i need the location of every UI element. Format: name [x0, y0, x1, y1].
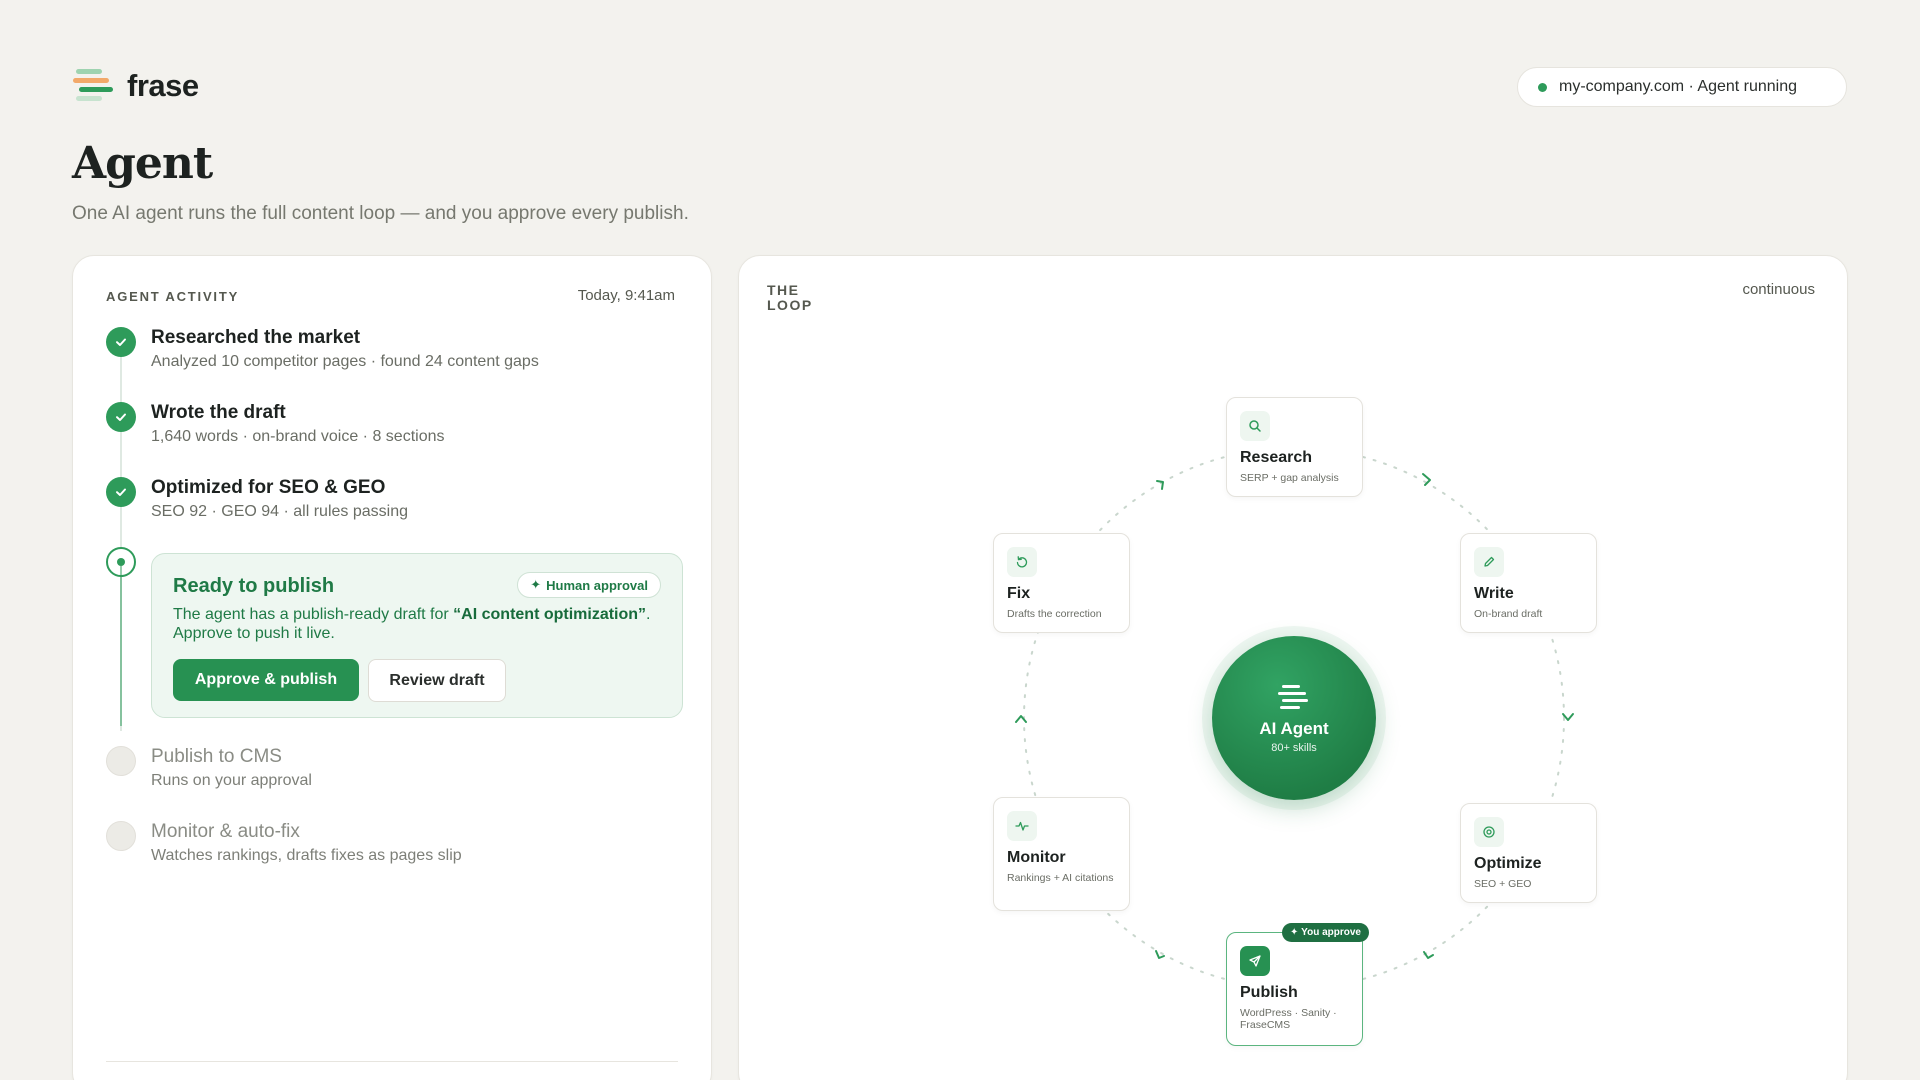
step-description: Watches rankings, drafts fixes as pages …	[151, 847, 462, 864]
loop-node-research[interactable]: Research SERP + gap analysis	[1226, 397, 1363, 497]
node-description: Rankings + AI citations	[1007, 872, 1114, 884]
step-description: SEO 92 · GEO 94 · all rules passing	[151, 503, 408, 520]
agent-activity-card: AGENT ACTIVITY Today, 9:41am Researched …	[72, 255, 712, 1080]
step-title: Monitor & auto-fix	[151, 821, 300, 842]
node-description: SERP + gap analysis	[1240, 472, 1339, 484]
step-title: Optimized for SEO & GEO	[151, 477, 386, 498]
loop-arrow-icon	[1423, 951, 1434, 959]
node-description: WordPress · Sanity · FraseCMS	[1240, 1007, 1337, 1031]
pencil-icon	[1474, 547, 1504, 577]
page-subtitle: One AI agent runs the full content loop …	[72, 203, 689, 224]
loop-node-optimize[interactable]: Optimize SEO + GEO	[1460, 803, 1597, 903]
send-icon	[1240, 946, 1270, 976]
check-icon	[106, 477, 136, 507]
approve-publish-button[interactable]: Approve & publish	[173, 659, 359, 701]
section-label: AGENT ACTIVITY	[106, 289, 240, 304]
node-title: Publish	[1240, 984, 1298, 1001]
node-title: Monitor	[1007, 849, 1066, 866]
logo-text: frase	[127, 68, 199, 103]
pending-step-icon	[106, 746, 136, 776]
approval-title: Ready to publish	[173, 575, 335, 597]
node-title: Optimize	[1474, 855, 1542, 872]
ai-agent-hub[interactable]: AI Agent 80+ skills	[1212, 636, 1376, 800]
check-icon	[106, 327, 136, 357]
step-description: Runs on your approval	[151, 772, 312, 789]
node-description: On-brand draft	[1474, 608, 1543, 620]
approval-text-before: The agent has a publish-ready draft for	[173, 606, 454, 623]
agent-name: AI Agent	[1259, 718, 1329, 738]
node-title: Write	[1474, 585, 1514, 602]
approval-description: The agent has a publish-ready draft for …	[173, 605, 663, 643]
node-title: Research	[1240, 449, 1313, 466]
node-description: Drafts the correction	[1007, 608, 1102, 620]
the-loop-card: THE LOOP continuous AI Agent 80+ skills …	[738, 255, 1848, 1080]
loop-arrow-icon	[1422, 473, 1431, 486]
sparkle-icon: ✦	[1290, 927, 1302, 938]
loop-arrow-icon	[1156, 480, 1164, 490]
page-title: Agent	[72, 138, 213, 189]
status-dot-icon	[1538, 82, 1547, 92]
loop-node-fix[interactable]: Fix Drafts the correction	[993, 533, 1130, 633]
check-icon	[106, 402, 136, 432]
refresh-icon	[1007, 547, 1037, 577]
frase-logo[interactable]: frase	[73, 67, 199, 105]
human-approval-badge: ✦ Human approval	[517, 572, 661, 598]
agent-logo-icon	[1278, 684, 1308, 709]
agent-status-pill[interactable]: my-company.com · Agent running	[1517, 67, 1847, 107]
card-divider	[106, 1061, 678, 1062]
badge-label: You approve	[1301, 927, 1361, 938]
approval-card: Ready to publish ✦ Human approval The ag…	[151, 553, 683, 718]
draft-topic: “AI content optimization”	[453, 606, 647, 623]
you-approve-badge: ✦ You approve	[1282, 923, 1369, 942]
node-title: Fix	[1007, 585, 1031, 602]
review-draft-button[interactable]: Review draft	[368, 659, 506, 702]
badge-label: Human approval	[546, 577, 648, 593]
activity-timestamp: Today, 9:41am	[577, 287, 675, 304]
step-description: 1,640 words · on-brand voice · 8 section…	[151, 428, 445, 445]
node-description: SEO + GEO	[1474, 878, 1532, 890]
pulse-icon	[1007, 811, 1037, 841]
timeline-active-segment	[120, 566, 122, 726]
step-title: Wrote the draft	[151, 402, 286, 423]
loop-node-write[interactable]: Write On-brand draft	[1460, 533, 1597, 633]
pending-step-icon	[106, 821, 136, 851]
status-text: my-company.com · Agent running	[1559, 78, 1798, 95]
sparkle-icon: ✦	[530, 577, 542, 592]
agent-skills: 80+ skills	[1271, 741, 1317, 754]
step-title: Researched the market	[151, 327, 361, 348]
loop-node-publish[interactable]: ✦ You approve Publish WordPress · Sanity…	[1226, 923, 1369, 1046]
target-icon	[1474, 817, 1504, 847]
search-icon	[1240, 411, 1270, 441]
step-title: Publish to CMS	[151, 746, 282, 767]
step-description: Analyzed 10 competitor pages · found 24 …	[151, 353, 539, 370]
loop-node-monitor[interactable]: Monitor Rankings + AI citations	[993, 797, 1130, 911]
frase-logo-icon	[73, 67, 115, 105]
